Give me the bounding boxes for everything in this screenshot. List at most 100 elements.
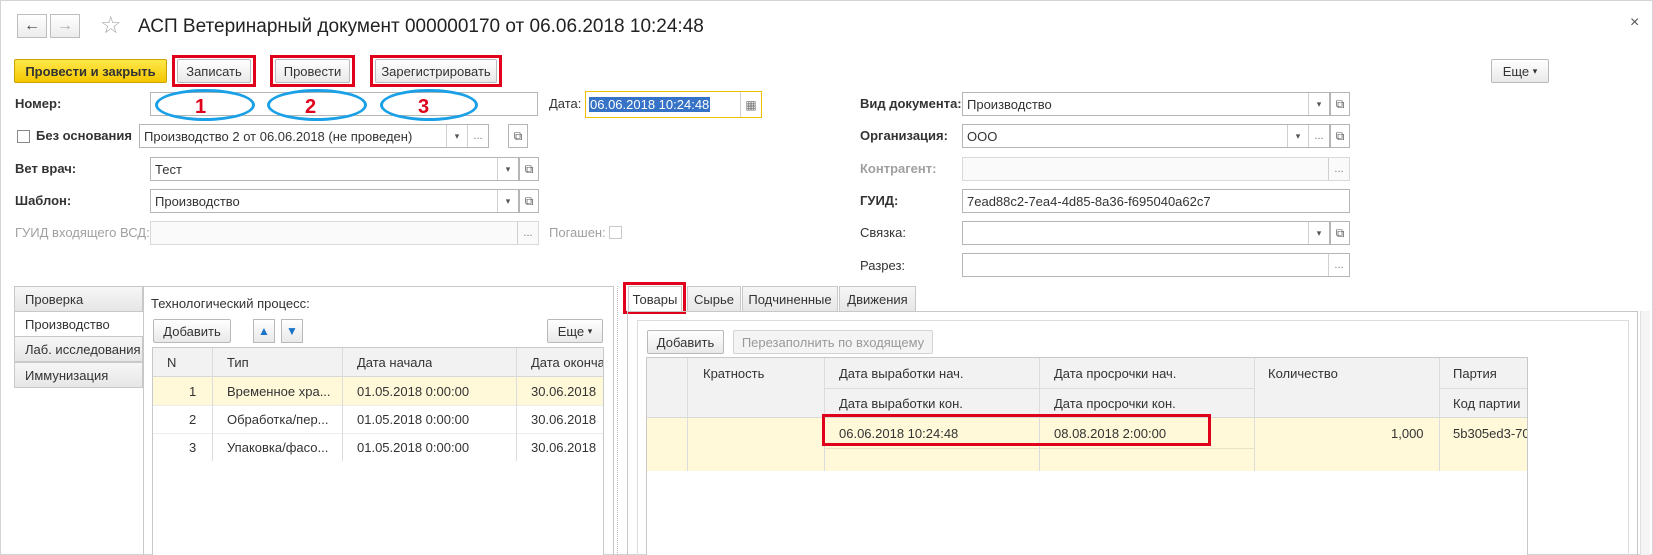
open-link-icon[interactable]: ⧉: [1330, 221, 1350, 245]
save-button[interactable]: Записать: [177, 59, 251, 83]
process-more-button[interactable]: Еще ▾: [547, 319, 603, 343]
tab-movements[interactable]: Движения: [839, 286, 916, 312]
open-template-icon[interactable]: ⧉: [519, 189, 539, 213]
chevron-down-icon[interactable]: ▾: [1287, 125, 1308, 147]
row-type: Временное хра...: [227, 383, 331, 399]
back-button[interactable]: ←: [17, 14, 47, 38]
open-doc-type-icon[interactable]: ⧉: [1330, 92, 1350, 116]
date-value: 06.06.2018 10:24:48: [589, 97, 711, 112]
refill-button: Перезаполнить по входящему: [733, 330, 933, 354]
close-icon[interactable]: ×: [1630, 14, 1639, 32]
col-multiplicity[interactable]: Кратность: [703, 358, 764, 388]
counterparty-label: Контрагент:: [860, 161, 937, 176]
doc-type-field[interactable]: Производство ▾: [962, 92, 1330, 116]
link-field[interactable]: ▾: [962, 221, 1330, 245]
vet-field[interactable]: Тест ▾: [150, 157, 519, 181]
arrow-down-icon: ▼: [286, 324, 298, 338]
section-label: Разрез:: [860, 258, 906, 273]
col-type[interactable]: Тип: [227, 348, 249, 377]
guid-field[interactable]: 7ead88c2-7ea4-4d85-8a36-f695040a62c7: [962, 189, 1350, 213]
link-label: Связка:: [860, 225, 906, 240]
panel-splitter[interactable]: [617, 286, 618, 555]
chevron-down-icon: ▾: [587, 325, 593, 336]
select-incoming-guid-icon: ...: [517, 222, 538, 244]
more-label: Еще: [557, 323, 585, 339]
more-button[interactable]: Еще ▾: [1491, 59, 1549, 83]
process-add-button[interactable]: Добавить: [153, 319, 231, 343]
row-qty: 1,000: [1391, 425, 1424, 441]
repaid-label: Погашен:: [549, 225, 606, 240]
col-batch[interactable]: Партия: [1453, 358, 1497, 388]
open-org-icon[interactable]: ⧉: [1330, 124, 1350, 148]
incoming-guid-field: ...: [150, 221, 539, 245]
post-and-close-button[interactable]: Провести и закрыть: [14, 59, 167, 83]
tab-subordinate[interactable]: Подчиненные: [742, 286, 838, 312]
row-n: 1: [189, 383, 197, 399]
row-start: 01.05.2018 0:00:00: [357, 411, 470, 427]
col-end-date[interactable]: Дата окончан: [531, 348, 603, 377]
template-label: Шаблон:: [15, 193, 72, 208]
row-n: 3: [189, 439, 197, 455]
select-counterparty-icon: ...: [1328, 158, 1349, 180]
forward-button[interactable]: →: [50, 14, 80, 38]
open-vet-icon[interactable]: ⧉: [519, 157, 539, 181]
tab-immunization[interactable]: Иммунизация: [14, 362, 143, 388]
org-field[interactable]: ООО ▾ ...: [962, 124, 1330, 148]
basis-field[interactable]: Производство 2 от 06.06.2018 (не проведе…: [139, 124, 489, 148]
col-qty[interactable]: Количество: [1268, 358, 1338, 388]
vertical-scrollbar[interactable]: [1640, 311, 1650, 555]
chevron-down-icon[interactable]: ▾: [1308, 93, 1329, 115]
tab-goods[interactable]: Товары: [628, 286, 682, 312]
tab-production[interactable]: Производство: [14, 311, 144, 337]
no-basis-label: Без основания: [36, 128, 132, 143]
goods-add-button[interactable]: Добавить: [647, 330, 724, 354]
move-down-button[interactable]: ▼: [281, 319, 303, 343]
tab-lab-research[interactable]: Лаб. исследования: [14, 336, 143, 362]
process-title: Технологический процесс:: [151, 296, 310, 311]
select-org-icon[interactable]: ...: [1308, 125, 1329, 147]
select-section-icon[interactable]: ...: [1328, 254, 1349, 276]
template-field[interactable]: Производство ▾: [150, 189, 519, 213]
calendar-icon[interactable]: ▦: [740, 92, 761, 117]
col-exp-start[interactable]: Дата просрочки нач.: [1054, 358, 1176, 388]
repaid-checkbox: [609, 226, 622, 239]
row-start: 01.05.2018 0:00:00: [357, 439, 470, 455]
annotation-number-1: 1: [195, 96, 207, 118]
col-start-date[interactable]: Дата начала: [357, 348, 432, 377]
select-basis-icon[interactable]: ...: [467, 125, 488, 147]
row-type: Обработка/пер...: [227, 411, 329, 427]
post-button[interactable]: Провести: [275, 59, 350, 83]
chevron-down-icon[interactable]: ▾: [497, 158, 518, 180]
chevron-down-icon[interactable]: ▾: [446, 125, 467, 147]
col-batch-code[interactable]: Код партии: [1453, 388, 1520, 418]
move-up-button[interactable]: ▲: [253, 319, 275, 343]
annotation-number-3: 3: [418, 96, 430, 118]
incoming-guid-label: ГУИД входящего ВСД:: [15, 225, 150, 240]
doc-type-label: Вид документа:: [860, 96, 962, 111]
vet-label: Вет врач:: [15, 161, 77, 176]
date-field[interactable]: 06.06.2018 10:24:48 ▦: [585, 91, 762, 118]
counterparty-field: ...: [962, 157, 1350, 181]
window-title: АСП Ветеринарный документ 000000170 от 0…: [138, 16, 704, 37]
date-label: Дата:: [549, 96, 582, 111]
row-end: 30.06.2018: [531, 383, 597, 399]
annotation-box-dates: [822, 414, 1211, 446]
process-table: N Тип Дата начала Дата окончан 1 Временн…: [152, 347, 604, 555]
favorite-star-icon[interactable]: ☆: [100, 11, 122, 40]
chevron-down-icon[interactable]: ▾: [497, 190, 518, 212]
tab-check[interactable]: Проверка: [14, 286, 143, 312]
col-n[interactable]: N: [167, 348, 176, 377]
arrow-up-icon: ▲: [258, 324, 270, 338]
annotation-ellipse-2: [267, 89, 367, 121]
col-prod-start[interactable]: Дата выработки нач.: [839, 358, 964, 388]
section-field[interactable]: ...: [962, 253, 1350, 277]
open-basis-icon[interactable]: ⧉: [508, 124, 528, 148]
annotation-number-2: 2: [305, 96, 317, 118]
chevron-down-icon[interactable]: ▾: [1308, 222, 1329, 244]
row-batch: 5b305ed3-705: [1453, 425, 1527, 441]
register-button[interactable]: Зарегистрировать: [375, 59, 497, 83]
tab-raw[interactable]: Сырье: [687, 286, 741, 312]
more-label: Еще: [1502, 63, 1530, 79]
no-basis-checkbox[interactable]: [17, 130, 30, 143]
row-end: 30.06.2018: [531, 411, 597, 427]
